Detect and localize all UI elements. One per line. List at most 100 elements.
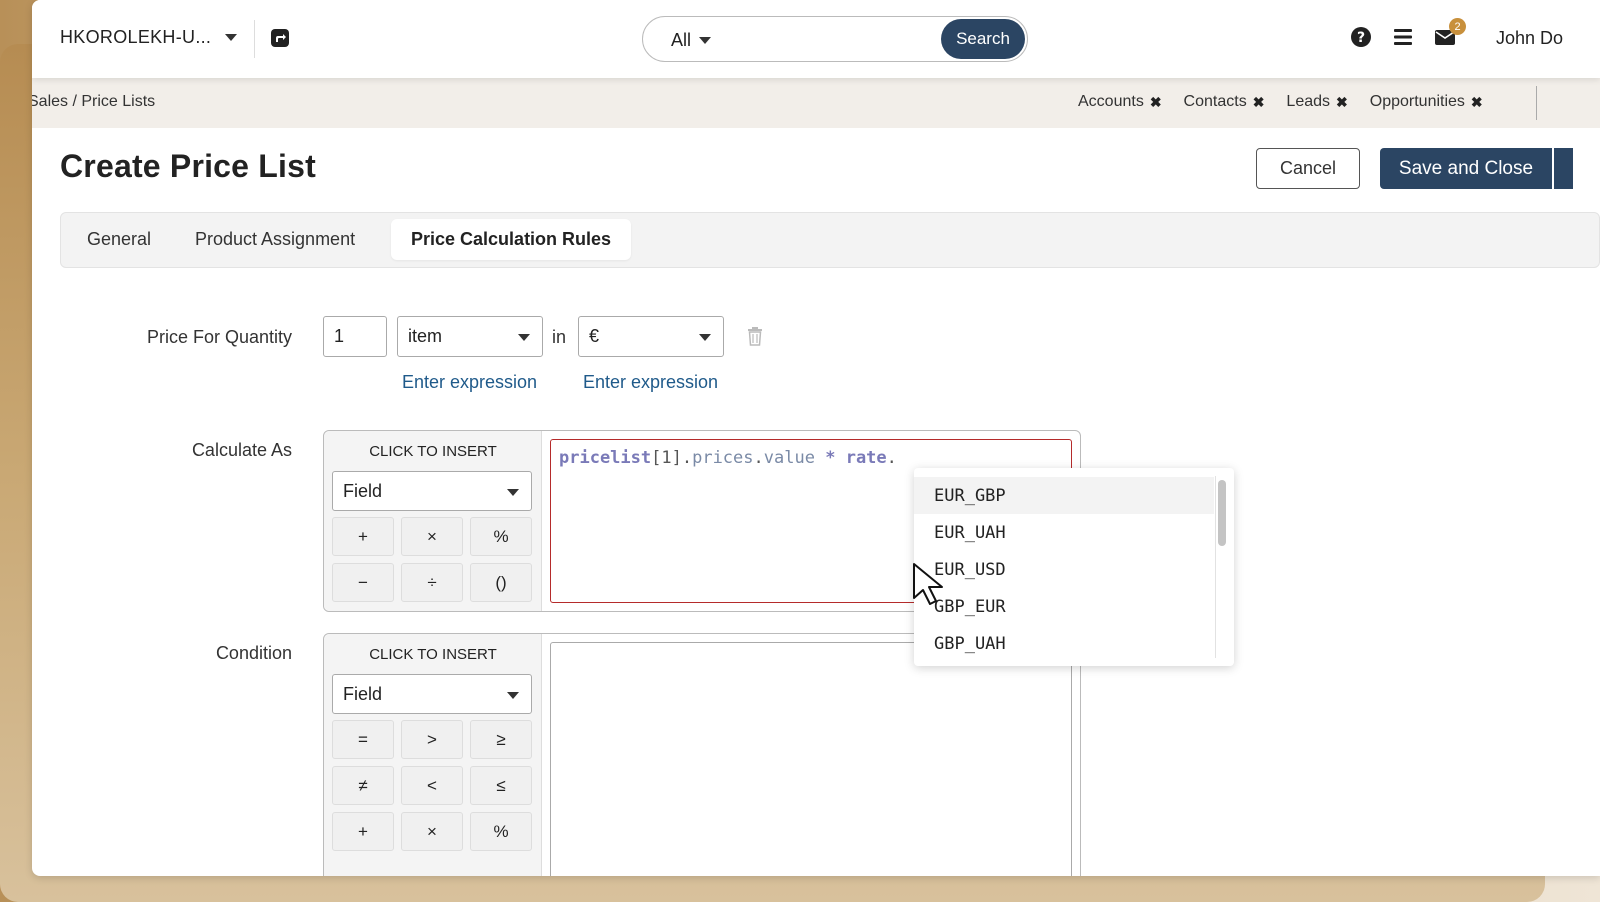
save-and-close-button[interactable]: Save and Close (1380, 148, 1552, 189)
cancel-button[interactable]: Cancel (1256, 148, 1360, 189)
tab-price-calculation-rules[interactable]: Price Calculation Rules (391, 219, 632, 260)
price-for-quantity-label: Price For Quantity (146, 327, 292, 347)
pinned-bar: Sales / Price Lists Accounts ✖ Contacts … (32, 78, 1600, 128)
operator-button-percent[interactable]: % (470, 812, 532, 851)
close-icon[interactable]: ✖ (1471, 94, 1483, 111)
share-icon[interactable] (270, 28, 290, 48)
close-icon[interactable]: ✖ (1150, 94, 1162, 111)
operator-button-less[interactable]: < (401, 766, 463, 805)
unit-select[interactable]: item (397, 316, 543, 357)
field-select-value: Field (343, 684, 383, 704)
pinned-tabs: Accounts ✖ Contacts ✖ Leads ✖ Opportunit… (1078, 93, 1483, 111)
operator-button-equals[interactable]: = (332, 720, 394, 759)
insert-panel-title: CLICK TO INSERT (369, 443, 497, 460)
operator-button-percent[interactable]: % (470, 517, 532, 556)
tab-general[interactable]: General (87, 229, 151, 250)
operator-grid: = > ≥ ≠ < ≤ + × % (332, 720, 532, 851)
autocomplete-option[interactable]: GBP_UAH (914, 625, 1214, 662)
menu-icon[interactable] (1392, 26, 1414, 48)
operator-button-greater-equal[interactable]: ≥ (470, 720, 532, 759)
scrollbar-thumb[interactable] (1218, 480, 1226, 546)
operator-button-plus[interactable]: + (332, 517, 394, 556)
operator-button-multiply[interactable]: × (401, 812, 463, 851)
expr-token: . (886, 448, 897, 468)
search-button[interactable]: Search (941, 19, 1025, 59)
pinned-tab-opportunities[interactable]: Opportunities ✖ (1370, 93, 1483, 111)
click-to-insert-panel: CLICK TO INSERT Field + × % − ÷ () (324, 431, 542, 611)
click-to-insert-panel: CLICK TO INSERT Field = > ≥ ≠ < ≤ + × % (324, 634, 542, 876)
calculate-as-label: Calculate As (191, 440, 292, 460)
chevron-down-icon (518, 334, 530, 341)
pinned-tab-contacts[interactable]: Contacts ✖ (1184, 93, 1265, 111)
field-select[interactable]: Field (332, 471, 532, 511)
unit-expression-link[interactable]: Enter expression (402, 372, 537, 393)
search-scope-select[interactable]: All (671, 30, 712, 51)
operator-button-greater[interactable]: > (401, 720, 463, 759)
svg-text:?: ? (1357, 30, 1365, 46)
pinned-tab-label: Contacts (1183, 93, 1247, 110)
pinned-tab-accounts[interactable]: Accounts ✖ (1078, 93, 1162, 111)
breadcrumb[interactable]: Sales / Price Lists (32, 93, 155, 111)
pinned-tab-leads[interactable]: Leads ✖ (1286, 93, 1347, 111)
operator-button-divide[interactable]: ÷ (401, 563, 463, 602)
chevron-down-icon (225, 34, 238, 41)
insert-panel-title: CLICK TO INSERT (369, 646, 497, 663)
trash-icon[interactable] (746, 326, 764, 346)
page-title: Create Price List (60, 148, 316, 184)
help-icon[interactable]: ? (1350, 26, 1372, 48)
divider (1536, 86, 1537, 120)
operator-button-multiply[interactable]: × (401, 517, 463, 556)
pinned-tab-label: Accounts (1078, 93, 1144, 110)
chevron-down-icon (507, 692, 519, 699)
autocomplete-option[interactable]: EUR_USD (914, 551, 1214, 588)
tab-bar: General Product Assignment Price Calcula… (60, 212, 1600, 268)
currency-select[interactable]: € (578, 316, 724, 357)
pinned-tab-label: Opportunities (1369, 93, 1465, 110)
expr-token: rate (845, 448, 887, 468)
chevron-down-icon (699, 334, 711, 341)
chevron-down-icon (507, 489, 519, 496)
expr-token: . (753, 448, 764, 468)
in-label: in (552, 327, 567, 347)
app-window: HKOROLEKH-U... All Search ? 2 John Do Sa… (32, 0, 1600, 876)
condition-editor-box: CLICK TO INSERT Field = > ≥ ≠ < ≤ + × % (323, 633, 1081, 876)
close-icon[interactable]: ✖ (1336, 94, 1348, 111)
global-search: All Search (642, 16, 1028, 62)
unit-select-value: item (408, 326, 443, 346)
expr-token: value (763, 448, 815, 468)
operator-grid: + × % − ÷ () (332, 517, 532, 602)
autocomplete-option[interactable]: GBP_EUR (914, 588, 1214, 625)
user-menu[interactable]: John Do (1496, 28, 1563, 49)
operator-button-minus[interactable]: − (332, 563, 394, 602)
organization-name: HKOROLEKH-U... (60, 27, 212, 47)
condition-label: Condition (215, 643, 292, 663)
currency-select-value: € (589, 326, 600, 346)
autocomplete-dropdown: EUR_GBP EUR_UAH EUR_USD GBP_EUR GBP_UAH (914, 468, 1234, 666)
autocomplete-option[interactable]: EUR_GBP (914, 477, 1214, 514)
mail-button[interactable]: 2 (1434, 18, 1466, 48)
chevron-down-icon (699, 37, 712, 44)
autocomplete-option[interactable]: EUR_UAH (914, 514, 1214, 551)
close-icon[interactable]: ✖ (1253, 94, 1265, 111)
operator-button-not-equal[interactable]: ≠ (332, 766, 394, 805)
expr-token: * (825, 448, 836, 468)
pinned-tab-label: Leads (1286, 93, 1331, 110)
expr-token: . (681, 448, 693, 468)
operator-button-parentheses[interactable]: () (470, 563, 532, 602)
operator-button-less-equal[interactable]: ≤ (470, 766, 532, 805)
currency-expression-link[interactable]: Enter expression (583, 372, 718, 393)
expr-token: prices (692, 448, 754, 468)
organization-switcher[interactable]: HKOROLEKH-U... (60, 27, 238, 48)
divider (254, 20, 255, 58)
quantity-input[interactable]: 1 (323, 316, 387, 357)
search-input[interactable] (739, 25, 939, 53)
search-scope-value: All (671, 30, 692, 50)
tab-product-assignment[interactable]: Product Assignment (195, 229, 355, 250)
notification-badge: 2 (1449, 18, 1466, 35)
scrollbar-track (1215, 476, 1216, 658)
save-options-toggle[interactable] (1553, 148, 1573, 189)
field-select[interactable]: Field (332, 674, 532, 714)
operator-button-plus[interactable]: + (332, 812, 394, 851)
condition-expression-editor[interactable] (550, 642, 1072, 876)
expr-token: [1] (651, 448, 682, 468)
